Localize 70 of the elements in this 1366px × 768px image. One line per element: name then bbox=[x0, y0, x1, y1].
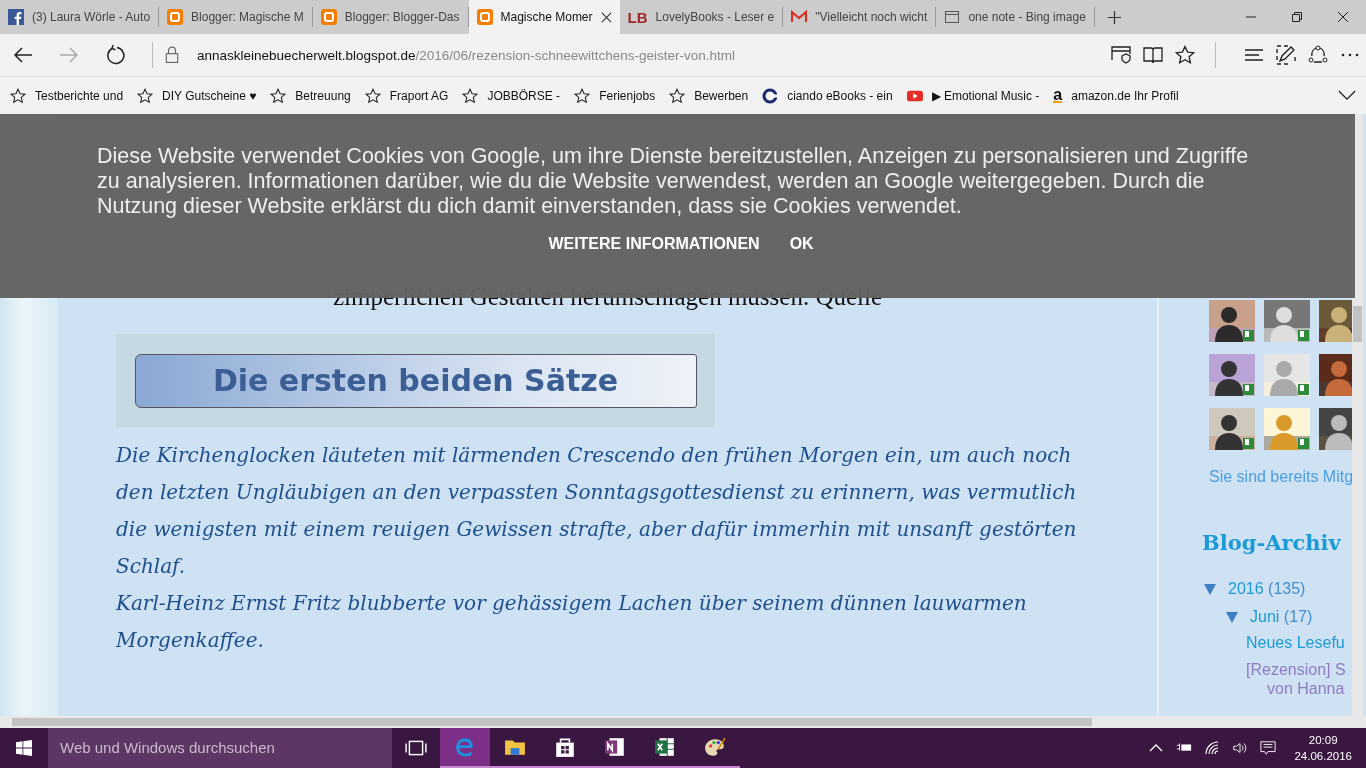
book-icon[interactable] bbox=[1143, 45, 1163, 65]
restore-icon[interactable] bbox=[1291, 11, 1303, 23]
close-icon[interactable] bbox=[600, 11, 612, 23]
facebook-icon bbox=[8, 9, 24, 25]
archive-heading: Blog-Archiv bbox=[1202, 530, 1343, 555]
wifi-icon[interactable] bbox=[1204, 740, 1221, 756]
browser-tab[interactable]: LB LovelyBooks - Leser e bbox=[619, 7, 784, 27]
browser-e-icon bbox=[454, 736, 476, 758]
favorite-link[interactable]: Testberichte und bbox=[10, 87, 124, 104]
star-icon bbox=[462, 87, 479, 104]
browser-tab[interactable]: "Vielleicht noch wicht bbox=[783, 7, 937, 27]
favorite-link[interactable]: a amazon.de Ihr Profil bbox=[1053, 88, 1179, 103]
favorite-link[interactable]: Fraport AG bbox=[364, 87, 449, 104]
star-icon bbox=[669, 87, 686, 104]
speaker-icon[interactable] bbox=[1232, 740, 1249, 756]
pen-icon[interactable] bbox=[1276, 45, 1296, 65]
task-view-icon[interactable] bbox=[405, 739, 427, 757]
vertical-scrollbar[interactable] bbox=[1352, 114, 1363, 716]
blogger-icon bbox=[476, 9, 493, 25]
share-icon[interactable] bbox=[1308, 45, 1328, 65]
browser-tab[interactable]: (3) Laura Wörle - Auto bbox=[0, 7, 160, 27]
blogger-icon bbox=[167, 9, 184, 25]
shopping-bag-icon bbox=[554, 736, 576, 758]
cookie-notice-text: Diese Website verwendet Cookies von Google, um ihre Dienste bereitzustellen, Anzeigen zu personalisieren und Zugriffe zu analysieren. Informationen darüber, wie du die Website verwendest, werden an Google weitergegeben. Durch die Nutzung dieser Website erklärst du dich damit einverstanden, dass sie Cookies verwendet. bbox=[97, 144, 1250, 219]
back-arrow-icon[interactable] bbox=[13, 45, 33, 65]
favorite-link[interactable]: JOBBÖRSE - bbox=[462, 87, 561, 104]
lock-icon bbox=[165, 46, 179, 64]
browser-tab[interactable]: Blogger: Blogger-Das bbox=[312, 7, 469, 27]
favorite-link[interactable]: DIY Gutscheine ♥ bbox=[137, 87, 257, 104]
logo-icon: LB bbox=[627, 8, 648, 26]
star-icon bbox=[10, 87, 26, 104]
browser-tab[interactable]: Magische Momer bbox=[468, 0, 620, 34]
cookie-button[interactable]: WEITERE INFORMATIONEN bbox=[538, 229, 770, 259]
star-icon bbox=[364, 87, 381, 104]
new-tab-icon[interactable] bbox=[1106, 10, 1122, 25]
star-icon bbox=[574, 87, 591, 104]
logo-icon bbox=[762, 87, 779, 104]
spreadsheet-icon bbox=[654, 736, 676, 758]
body-paragraph: Karl-Heinz Ernst Fritz blubberte vor gehässigem Lachen über seinem dünnen lauwarmen Morgenkaffee. bbox=[116, 590, 1028, 654]
palette-icon bbox=[704, 736, 726, 758]
favorite-link[interactable]: Ferienjobs bbox=[574, 87, 656, 104]
horizontal-scrollbar[interactable] bbox=[0, 716, 1366, 728]
favorite-link[interactable]: Bewerben bbox=[669, 87, 749, 104]
browser-tab[interactable]: one note - Bing image bbox=[936, 7, 1095, 27]
favorite-star-icon[interactable] bbox=[1175, 45, 1195, 65]
clock-time: 20:09 bbox=[1308, 733, 1338, 748]
expand-triangle-icon[interactable] bbox=[1225, 610, 1239, 624]
blogger-icon bbox=[320, 9, 337, 25]
reading-list-icon[interactable] bbox=[1111, 45, 1131, 65]
windows-start-icon[interactable] bbox=[16, 740, 32, 756]
browser-tab[interactable]: Blogger: Magische M bbox=[159, 7, 313, 27]
favorite-link[interactable]: Betreuung bbox=[270, 87, 351, 104]
close-icon[interactable] bbox=[1337, 11, 1349, 23]
taskbar-clock[interactable]: 20:09 24.06.2016 bbox=[1294, 732, 1352, 764]
mail-icon bbox=[791, 9, 808, 25]
favorite-link[interactable]: ▶ Emotional Music - bbox=[906, 87, 1040, 104]
star-icon bbox=[270, 87, 287, 104]
banner-heading: Die ersten beiden Sätze bbox=[134, 353, 697, 408]
expand-triangle-icon[interactable] bbox=[1203, 582, 1217, 596]
body-paragraph: Die Kirchenglocken läuteten mit lärmenden Crescendo den frühen Morgen ein, um auch noch den letzten Ungläubigen an den verpassten Sonntagsgottesdienst zu erinnern, was vermutlich die wenigsten mit einem reuigen Gewissen strafte, aber dafür immerhin mit unsanft gestörten Schlaf. bbox=[116, 442, 1078, 580]
refresh-icon[interactable] bbox=[105, 45, 125, 65]
star-icon bbox=[137, 87, 154, 104]
clock-date: 24.06.2016 bbox=[1294, 749, 1352, 764]
chevron-down-icon[interactable] bbox=[1338, 90, 1356, 101]
favorite-link[interactable]: ciando eBooks - ein bbox=[762, 87, 893, 104]
cookie-button[interactable]: OK bbox=[779, 229, 824, 259]
page-icon bbox=[944, 9, 961, 25]
notebook-icon bbox=[604, 736, 626, 758]
taskbar-search-field[interactable]: Web und Windows durchsuchen bbox=[48, 728, 392, 768]
notification-icon[interactable] bbox=[1260, 740, 1277, 756]
